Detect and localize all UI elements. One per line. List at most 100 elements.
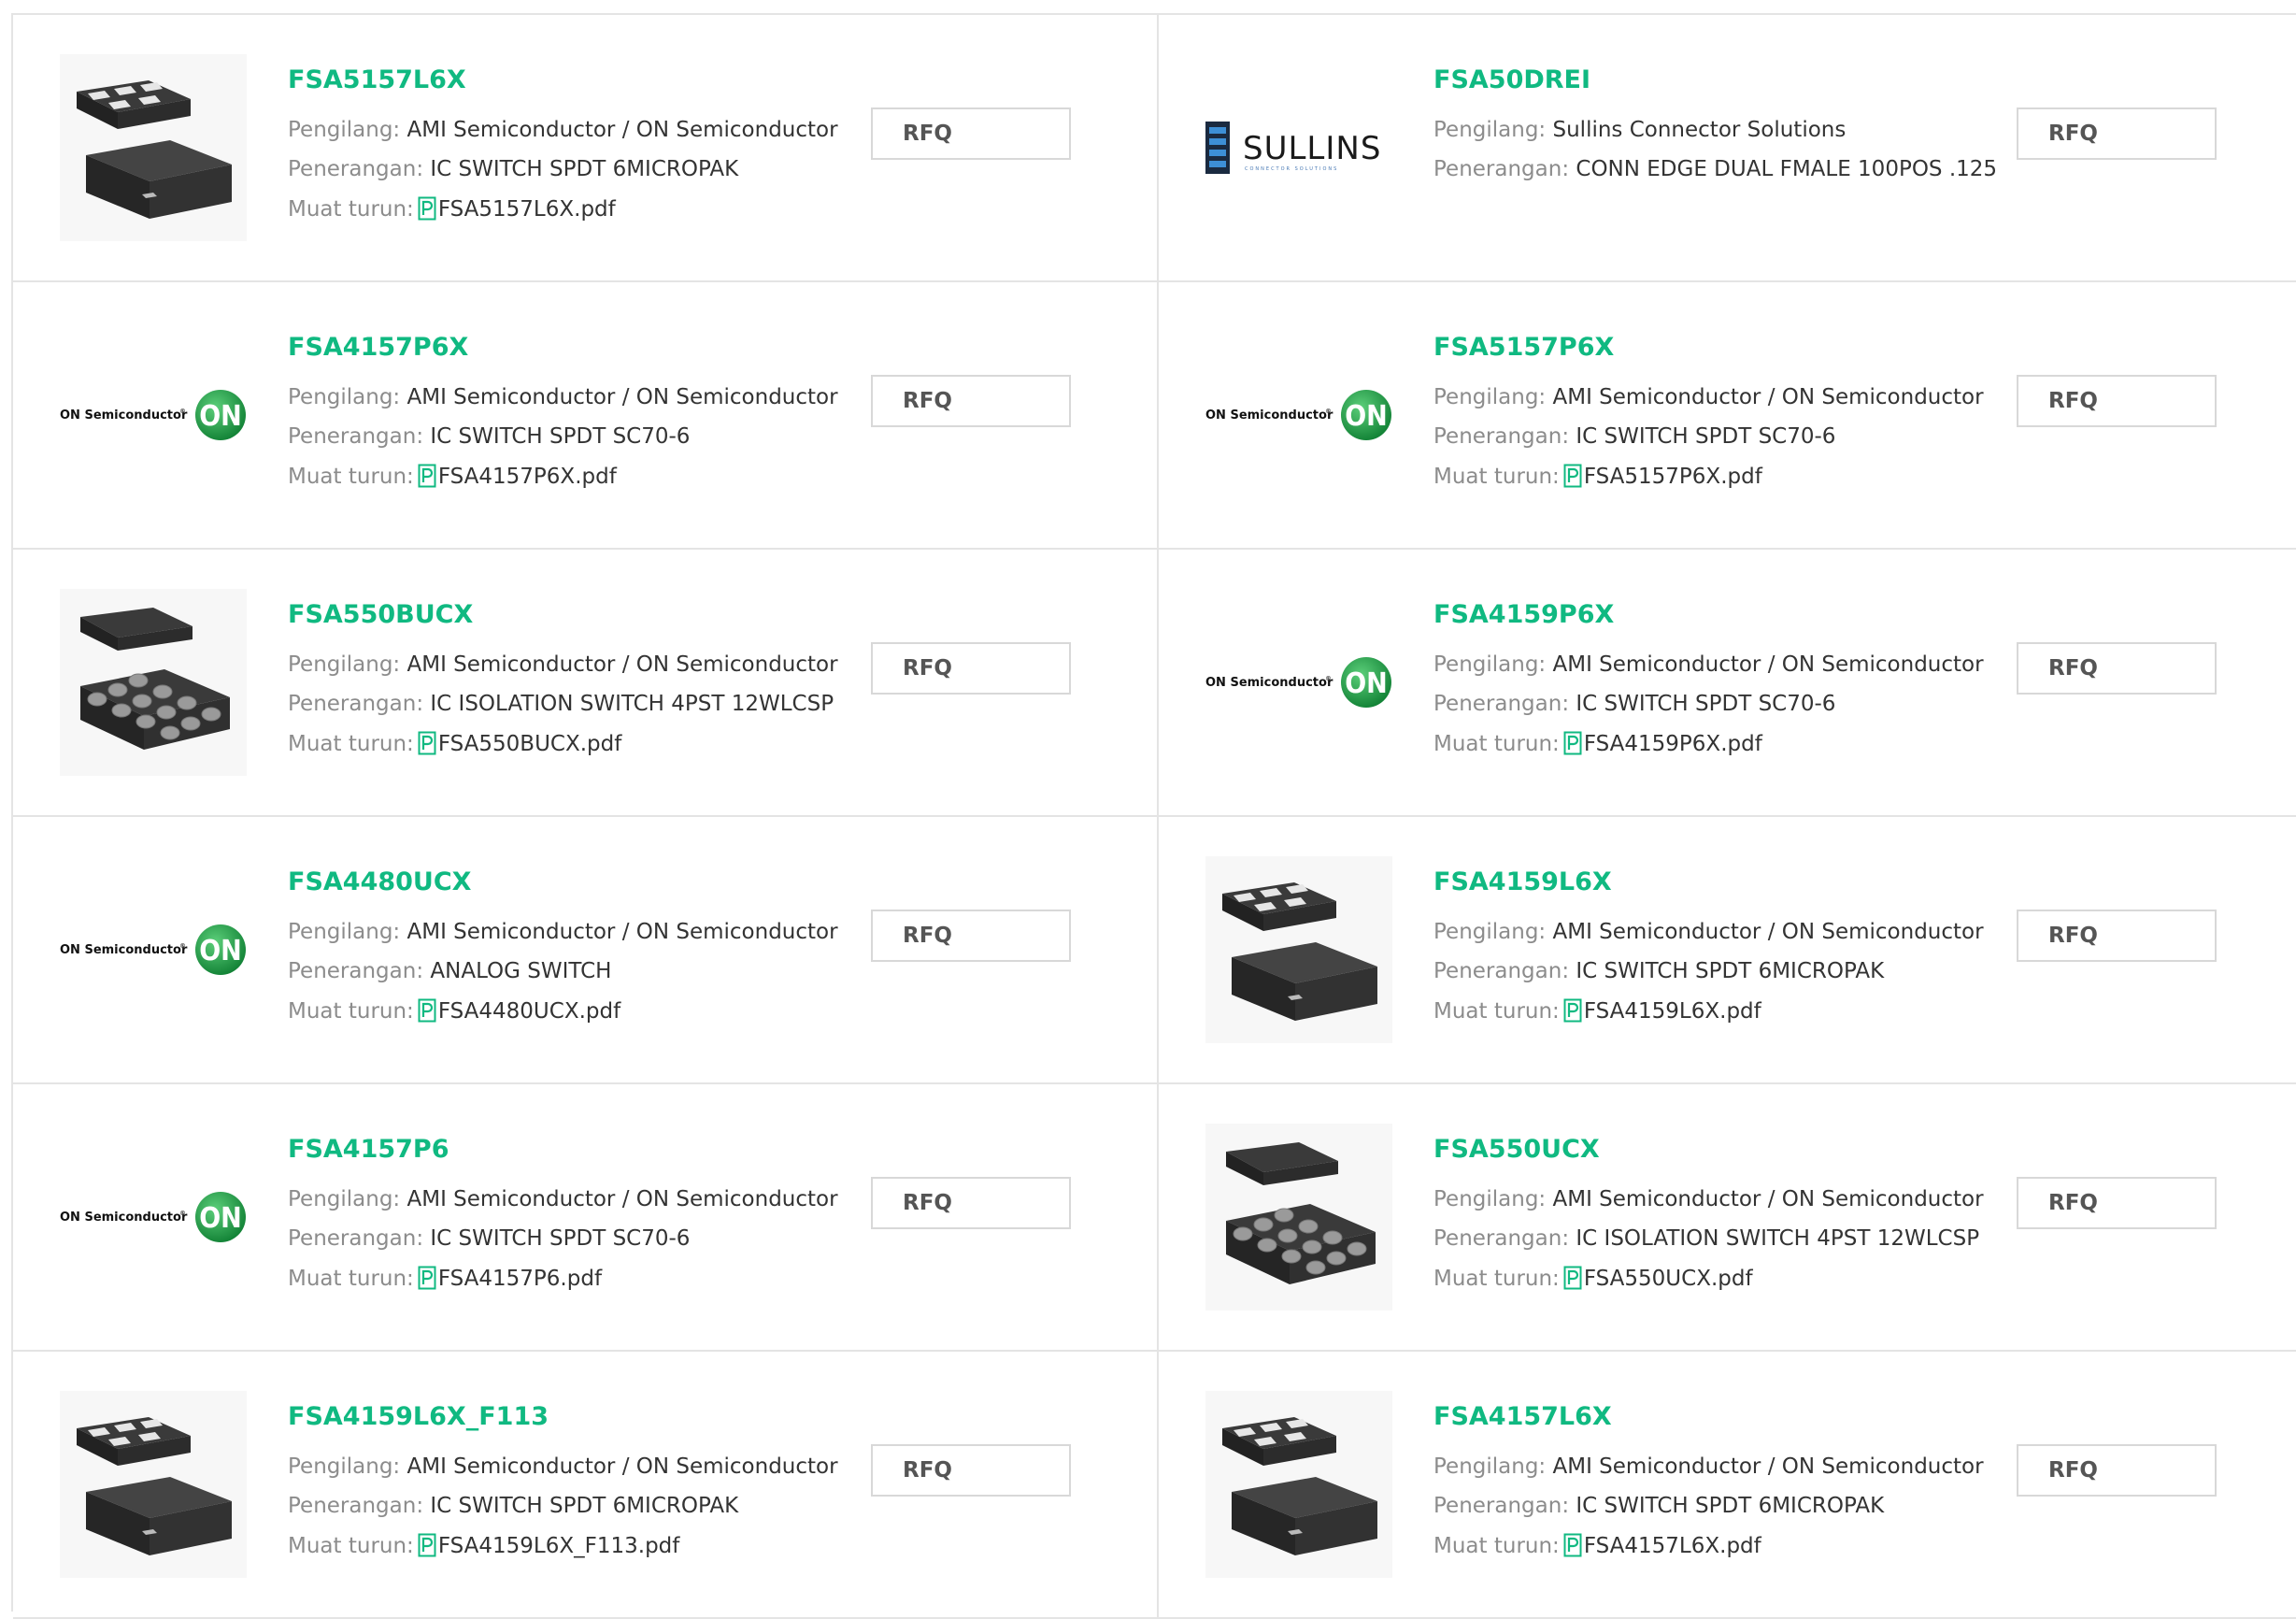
manufacturer-value: AMI Semiconductor / ON Semiconductor	[406, 920, 838, 944]
part-number-link[interactable]: FSA4480UCX	[288, 867, 472, 896]
description-line: Penerangan: CONN EDGE DUAL FMALE 100POS …	[1433, 157, 1997, 181]
manufacturer-label: Pengilang:	[1433, 1187, 1547, 1211]
datasheet-pdf-link[interactable]: FSA4157L6X.pdf	[1584, 1534, 1761, 1558]
micropak-package-image[interactable]	[60, 54, 247, 241]
pdf-icon	[418, 196, 436, 221]
datasheet-pdf-link[interactable]: FSA5157P6X.pdf	[1584, 465, 1762, 489]
part-number-link[interactable]: FSA550BUCX	[288, 600, 473, 629]
pdf-icon	[418, 998, 436, 1023]
rfq-button[interactable]: RFQ	[2017, 910, 2217, 962]
rfq-button[interactable]: RFQ	[2017, 642, 2217, 695]
part-number-link[interactable]: FSA4159L6X	[1433, 867, 1612, 896]
description-value: IC SWITCH SPDT SC70-6	[1576, 692, 1836, 716]
manufacturer-line: Pengilang: AMI Semiconductor / ON Semico…	[1433, 920, 1984, 944]
manufacturer-line: Pengilang: Sullins Connector Solutions	[1433, 118, 1846, 142]
description-label: Penerangan:	[1433, 424, 1570, 449]
product-card: FSA4159L6X Pengilang: AMI Semiconductor /…	[1159, 817, 2296, 1084]
manufacturer-value: AMI Semiconductor / ON Semiconductor	[1552, 1454, 1984, 1479]
rfq-button[interactable]: RFQ	[871, 1444, 1071, 1497]
download-label: Muat turun:	[1433, 732, 1560, 756]
manufacturer-line: Pengilang: AMI Semiconductor / ON Semico…	[1433, 385, 1984, 409]
product-grid: FSA5157L6X Pengilang: AMI Semiconductor /…	[11, 13, 2296, 1619]
svg-text:ON: ON	[199, 1202, 242, 1235]
sullins-logo[interactable]: SULLINS CONNECTOR SOLUTIONS	[1205, 54, 1392, 241]
manufacturer-value: AMI Semiconductor / ON Semiconductor	[406, 118, 838, 142]
manufacturer-value: AMI Semiconductor / ON Semiconductor	[1552, 1187, 1984, 1211]
on-semiconductor-logo[interactable]: ON Semiconductor ® ON	[60, 1124, 247, 1311]
description-label: Penerangan:	[1433, 1226, 1570, 1251]
part-number-link[interactable]: FSA5157P6X	[1433, 333, 1614, 362]
wlcsp-package-image[interactable]	[1205, 1124, 1392, 1311]
part-number-link[interactable]: FSA4157L6X	[1433, 1402, 1612, 1431]
on-semiconductor-logo[interactable]: ON Semiconductor ® ON	[1205, 322, 1392, 509]
svg-text:®: ®	[1325, 675, 1332, 682]
on-semiconductor-logo[interactable]: ON Semiconductor ® ON	[60, 322, 247, 509]
download-line: Muat turun: FSA5157P6X.pdf	[1433, 464, 1762, 489]
part-number-link[interactable]: FSA50DREI	[1433, 65, 1590, 94]
part-number-link[interactable]: FSA550UCX	[1433, 1135, 1600, 1164]
download-line: Muat turun: FSA550UCX.pdf	[1433, 1266, 1753, 1291]
description-value: CONN EDGE DUAL FMALE 100POS .125	[1576, 157, 1998, 181]
datasheet-pdf-link[interactable]: FSA4480UCX.pdf	[438, 999, 620, 1024]
datasheet-pdf-link[interactable]: FSA550BUCX.pdf	[438, 732, 622, 756]
download-label: Muat turun:	[288, 465, 414, 489]
manufacturer-label: Pengilang:	[288, 652, 401, 677]
description-line: Penerangan: IC SWITCH SPDT SC70-6	[1433, 424, 1835, 449]
manufacturer-label: Pengilang:	[288, 385, 401, 409]
manufacturer-line: Pengilang: AMI Semiconductor / ON Semico…	[288, 1454, 838, 1479]
download-line: Muat turun: FSA4159L6X_F113.pdf	[288, 1533, 679, 1558]
manufacturer-label: Pengilang:	[1433, 118, 1547, 142]
rfq-button[interactable]: RFQ	[871, 910, 1071, 962]
manufacturer-label: Pengilang:	[288, 1454, 401, 1479]
download-label: Muat turun:	[288, 1534, 414, 1558]
part-number-link[interactable]: FSA5157L6X	[288, 65, 466, 94]
rfq-button[interactable]: RFQ	[2017, 1444, 2217, 1497]
download-line: Muat turun: FSA4157L6X.pdf	[1433, 1533, 1761, 1558]
download-label: Muat turun:	[1433, 465, 1560, 489]
svg-text:ON Semiconductor: ON Semiconductor	[60, 1211, 188, 1225]
datasheet-pdf-link[interactable]: FSA4157P6.pdf	[438, 1267, 602, 1291]
part-number-link[interactable]: FSA4159P6X	[1433, 600, 1614, 629]
manufacturer-line: Pengilang: AMI Semiconductor / ON Semico…	[288, 1187, 838, 1211]
micropak-package-image[interactable]	[1205, 1391, 1392, 1578]
rfq-button[interactable]: RFQ	[871, 642, 1071, 695]
wlcsp-package-image[interactable]	[60, 589, 247, 776]
rfq-button[interactable]: RFQ	[2017, 107, 2217, 160]
description-line: Penerangan: IC SWITCH SPDT SC70-6	[1433, 692, 1835, 716]
part-number-link[interactable]: FSA4157P6X	[288, 333, 468, 362]
rfq-button[interactable]: RFQ	[2017, 375, 2217, 427]
description-value: IC SWITCH SPDT 6MICROPAK	[430, 1494, 739, 1518]
svg-text:ON Semiconductor: ON Semiconductor	[60, 408, 188, 423]
svg-text:ON: ON	[1345, 667, 1388, 700]
datasheet-pdf-link[interactable]: FSA550UCX.pdf	[1584, 1267, 1753, 1291]
micropak-package-image[interactable]	[1205, 856, 1392, 1043]
download-label: Muat turun:	[1433, 1267, 1560, 1291]
on-semiconductor-logo[interactable]: ON Semiconductor ® ON	[1205, 589, 1392, 776]
datasheet-pdf-link[interactable]: FSA4159L6X_F113.pdf	[438, 1534, 680, 1558]
part-number-link[interactable]: FSA4159L6X_F113	[288, 1402, 549, 1431]
rfq-button[interactable]: RFQ	[871, 1177, 1071, 1229]
datasheet-pdf-link[interactable]: FSA4157P6X.pdf	[438, 465, 617, 489]
pdf-icon	[418, 731, 436, 755]
svg-text:SULLINS: SULLINS	[1243, 130, 1381, 167]
datasheet-pdf-link[interactable]: FSA4159L6X.pdf	[1584, 999, 1761, 1024]
download-label: Muat turun:	[1433, 1534, 1560, 1558]
manufacturer-value: AMI Semiconductor / ON Semiconductor	[406, 385, 838, 409]
manufacturer-value: AMI Semiconductor / ON Semiconductor	[1552, 920, 1984, 944]
download-line: Muat turun: FSA4159L6X.pdf	[1433, 998, 1761, 1024]
part-number-link[interactable]: FSA4157P6	[288, 1135, 449, 1164]
description-label: Penerangan:	[288, 692, 424, 716]
pdf-icon	[1563, 464, 1582, 488]
description-label: Penerangan:	[1433, 1494, 1570, 1518]
download-label: Muat turun:	[288, 197, 414, 222]
micropak-package-image[interactable]	[60, 1391, 247, 1578]
download-line: Muat turun: FSA550BUCX.pdf	[288, 731, 621, 756]
on-semiconductor-logo[interactable]: ON Semiconductor ® ON	[60, 856, 247, 1043]
description-value: IC ISOLATION SWITCH 4PST 12WLCSP	[1576, 1226, 1980, 1251]
datasheet-pdf-link[interactable]: FSA5157L6X.pdf	[438, 197, 616, 222]
rfq-button[interactable]: RFQ	[871, 375, 1071, 427]
datasheet-pdf-link[interactable]: FSA4159P6X.pdf	[1584, 732, 1762, 756]
product-card: ON Semiconductor ® ON FSA4480UCX Pengilang: …	[13, 817, 1159, 1084]
rfq-button[interactable]: RFQ	[2017, 1177, 2217, 1229]
rfq-button[interactable]: RFQ	[871, 107, 1071, 160]
